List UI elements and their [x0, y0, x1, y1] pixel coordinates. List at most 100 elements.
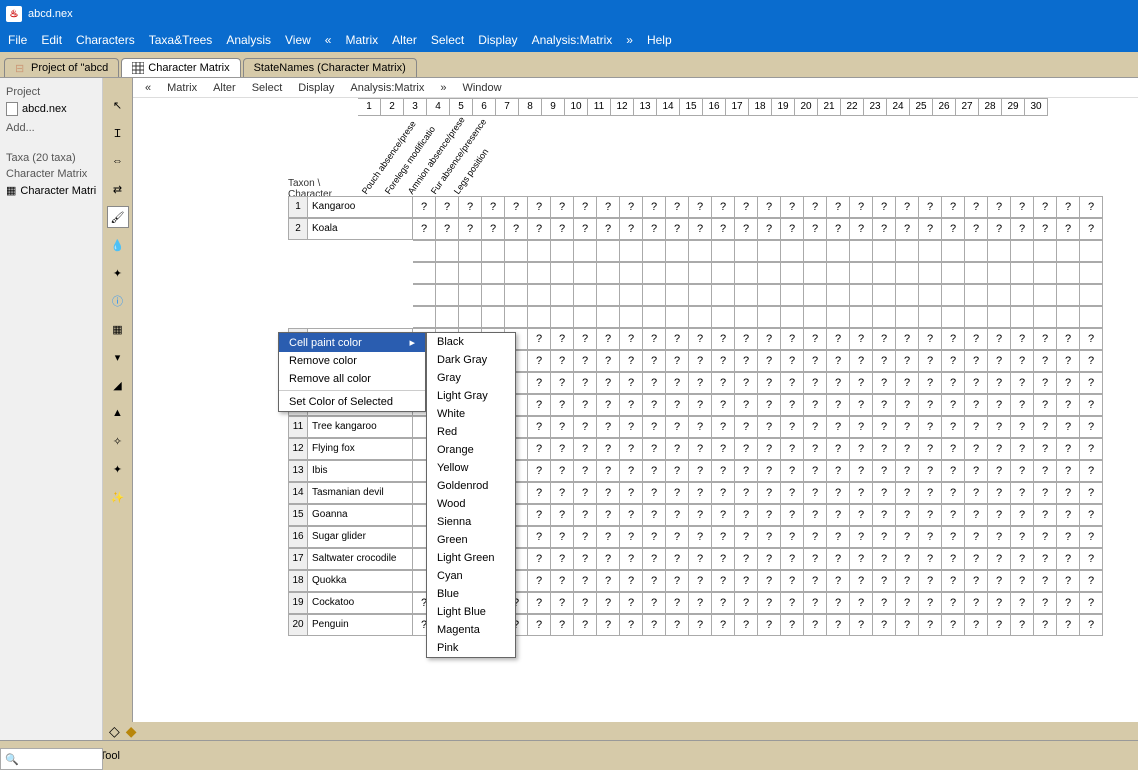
matrix-cell[interactable]: ? [666, 372, 689, 394]
matrix-cell[interactable]: ? [666, 218, 689, 240]
column-header-27[interactable]: 27 [956, 98, 979, 116]
matrix-cell[interactable]: ? [505, 218, 528, 240]
matrix-cell[interactable] [505, 240, 528, 262]
menu-matrix[interactable]: Matrix [345, 33, 378, 47]
taxon-name[interactable]: Penguin [308, 614, 413, 636]
matrix-cell[interactable] [597, 284, 620, 306]
matrix-cell[interactable] [574, 240, 597, 262]
matrix-cell[interactable]: ? [574, 394, 597, 416]
matrix-cell[interactable] [919, 240, 942, 262]
tool-wand3[interactable]: ✦ [107, 458, 129, 480]
matrix-cell[interactable]: ? [1080, 548, 1103, 570]
matrix-cell[interactable]: ? [942, 548, 965, 570]
column-header-23[interactable]: 23 [864, 98, 887, 116]
matrix-cell[interactable]: ? [1034, 482, 1057, 504]
matrix-cell[interactable]: ? [1034, 394, 1057, 416]
matrix-cell[interactable]: ? [574, 438, 597, 460]
matrix-cell[interactable]: ? [942, 218, 965, 240]
matrix-cell[interactable]: ? [781, 614, 804, 636]
matrix-cell[interactable] [689, 240, 712, 262]
matrix-cell[interactable] [505, 262, 528, 284]
matrix-cell[interactable]: ? [735, 218, 758, 240]
matrix-cell[interactable]: ? [551, 570, 574, 592]
matrix-cell[interactable] [666, 240, 689, 262]
matrix-cell[interactable] [827, 262, 850, 284]
column-header-15[interactable]: 15 [680, 98, 703, 116]
matrix-cell[interactable]: ? [620, 416, 643, 438]
taxon-name[interactable]: Goanna [308, 504, 413, 526]
matrix-cell[interactable]: ? [873, 438, 896, 460]
matrix-cell[interactable]: ? [712, 218, 735, 240]
matrix-cell[interactable] [620, 284, 643, 306]
column-header-2[interactable]: 2 [381, 98, 404, 116]
matrix-cell[interactable]: ? [942, 328, 965, 350]
matrix-cell[interactable]: ? [1011, 548, 1034, 570]
column-header-29[interactable]: 29 [1002, 98, 1025, 116]
matrix-cell[interactable]: ? [574, 482, 597, 504]
matrix-cell[interactable]: ? [735, 548, 758, 570]
matrix-cell[interactable]: ? [1011, 328, 1034, 350]
matrix-cell[interactable]: ? [666, 526, 689, 548]
matrix-cell[interactable]: ? [873, 504, 896, 526]
matrix-cell[interactable]: ? [735, 504, 758, 526]
column-header-4[interactable]: 4 [427, 98, 450, 116]
matrix-cell[interactable]: ? [850, 592, 873, 614]
matrix-cell[interactable]: ? [781, 372, 804, 394]
matrix-cell[interactable]: ? [781, 482, 804, 504]
matrix-cell[interactable]: ? [1011, 460, 1034, 482]
matrix-cell[interactable]: ? [1011, 372, 1034, 394]
matrix-cell[interactable] [965, 306, 988, 328]
matrix-cell[interactable] [804, 240, 827, 262]
color-option-green[interactable]: Green [427, 531, 515, 549]
submenu-select[interactable]: Select [252, 82, 283, 94]
matrix-cell[interactable]: ? [620, 218, 643, 240]
matrix-cell[interactable]: ? [804, 196, 827, 218]
matrix-cell[interactable]: ? [689, 416, 712, 438]
matrix-cell[interactable]: ? [643, 416, 666, 438]
matrix-cell[interactable]: ? [965, 394, 988, 416]
menu-view[interactable]: View [285, 33, 311, 47]
matrix-cell[interactable]: ? [781, 460, 804, 482]
matrix-cell[interactable] [666, 306, 689, 328]
sidebar-file-item[interactable]: abcd.nex [4, 100, 98, 118]
matrix-cell[interactable]: ? [896, 592, 919, 614]
matrix-cell[interactable]: ? [528, 526, 551, 548]
matrix-cell[interactable]: ? [781, 592, 804, 614]
menu-alter[interactable]: Alter [392, 33, 417, 47]
color-option-wood[interactable]: Wood [427, 495, 515, 513]
matrix-cell[interactable]: ? [919, 460, 942, 482]
matrix-cell[interactable]: ? [528, 328, 551, 350]
matrix-cell[interactable]: ? [666, 460, 689, 482]
matrix-cell[interactable]: ? [574, 526, 597, 548]
matrix-cell[interactable] [804, 306, 827, 328]
matrix-cell[interactable]: ? [1011, 614, 1034, 636]
menu-taxa-trees[interactable]: Taxa&Trees [149, 33, 213, 47]
matrix-cell[interactable] [988, 284, 1011, 306]
matrix-cell[interactable]: ? [1057, 328, 1080, 350]
matrix-cell[interactable]: ? [781, 504, 804, 526]
matrix-cell[interactable]: ? [643, 548, 666, 570]
matrix-cell[interactable] [551, 262, 574, 284]
matrix-cell[interactable]: ? [827, 372, 850, 394]
matrix-cell[interactable]: ? [1057, 592, 1080, 614]
matrix-cell[interactable]: ? [1057, 218, 1080, 240]
matrix-cell[interactable]: ? [781, 328, 804, 350]
matrix-cell[interactable]: ? [1080, 614, 1103, 636]
matrix-cell[interactable]: ? [574, 614, 597, 636]
matrix-cell[interactable] [942, 306, 965, 328]
matrix-cell[interactable]: ? [620, 548, 643, 570]
matrix-cell[interactable] [1057, 306, 1080, 328]
matrix-cell[interactable]: ? [965, 218, 988, 240]
matrix-cell[interactable]: ? [965, 460, 988, 482]
matrix-cell[interactable]: ? [988, 592, 1011, 614]
matrix-cell[interactable]: ? [896, 614, 919, 636]
color-option-gray[interactable]: Gray [427, 369, 515, 387]
matrix-cell[interactable]: ? [712, 416, 735, 438]
submenu-matrix[interactable]: Matrix [167, 82, 197, 94]
taxon-name[interactable]: Tasmanian devil [308, 482, 413, 504]
matrix-cell[interactable]: ? [1080, 218, 1103, 240]
matrix-cell[interactable]: ? [896, 438, 919, 460]
matrix-cell[interactable]: ? [551, 614, 574, 636]
matrix-cell[interactable]: ? [459, 196, 482, 218]
matrix-cell[interactable]: ? [620, 328, 643, 350]
